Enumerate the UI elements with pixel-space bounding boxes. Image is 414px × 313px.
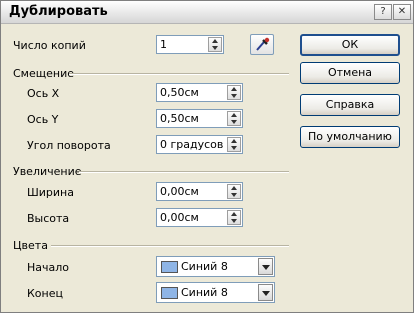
angle-field[interactable]: 0 градусов bbox=[156, 135, 243, 154]
ok-button[interactable]: ОК bbox=[300, 34, 400, 56]
copies-value: 1 bbox=[160, 38, 167, 51]
help-icon[interactable]: ? bbox=[374, 4, 392, 20]
duplicate-dialog: Дублировать ? ✕ Число копий 1 Смещение О… bbox=[0, 0, 414, 313]
height-label: Высота bbox=[27, 212, 70, 225]
x-axis-spin-buttons[interactable] bbox=[227, 85, 241, 100]
width-label: Ширина bbox=[27, 186, 74, 199]
copies-stepper[interactable]: 1 bbox=[156, 35, 224, 54]
x-axis-label: Ось X bbox=[27, 87, 60, 100]
close-icon[interactable]: ✕ bbox=[393, 4, 411, 20]
x-axis-field[interactable]: 0,50см bbox=[156, 83, 243, 102]
values-from-selection-button[interactable] bbox=[250, 34, 274, 55]
enlargement-divider bbox=[79, 171, 289, 173]
start-color-label: Начало bbox=[27, 261, 70, 274]
eyedropper-icon bbox=[256, 37, 270, 51]
start-color-value: Синий 8 bbox=[181, 260, 228, 273]
start-color-select[interactable]: Синий 8 bbox=[156, 256, 275, 277]
placement-divider bbox=[69, 73, 289, 75]
width-spin-buttons[interactable] bbox=[227, 184, 241, 199]
chevron-down-icon[interactable] bbox=[258, 284, 273, 301]
copies-spin-buttons[interactable] bbox=[208, 37, 222, 52]
copies-label: Число копий bbox=[13, 39, 86, 52]
end-color-swatch bbox=[161, 287, 178, 299]
y-axis-field[interactable]: 0,50см bbox=[156, 109, 243, 128]
x-axis-value: 0,50см bbox=[160, 86, 199, 99]
title-bar: Дублировать ? ✕ bbox=[1, 1, 413, 24]
end-color-value: Синий 8 bbox=[181, 286, 228, 299]
colors-heading: Цвета bbox=[13, 239, 48, 252]
y-axis-value: 0,50см bbox=[160, 112, 199, 125]
colors-divider bbox=[51, 245, 289, 247]
end-color-select[interactable]: Синий 8 bbox=[156, 282, 275, 303]
start-color-swatch bbox=[161, 261, 178, 273]
chevron-down-icon[interactable] bbox=[258, 258, 273, 275]
height-value: 0,00см bbox=[160, 211, 199, 224]
y-axis-spin-buttons[interactable] bbox=[227, 111, 241, 126]
angle-value: 0 градусов bbox=[160, 138, 224, 151]
help-button[interactable]: Справка bbox=[300, 94, 400, 116]
end-color-label: Конец bbox=[27, 287, 63, 300]
placement-heading: Смещение bbox=[13, 67, 74, 80]
height-field[interactable]: 0,00см bbox=[156, 208, 243, 227]
cancel-button[interactable]: Отмена bbox=[300, 62, 400, 84]
y-axis-label: Ось Y bbox=[27, 113, 59, 126]
default-button[interactable]: По умолчанию bbox=[300, 126, 400, 148]
angle-spin-buttons[interactable] bbox=[227, 137, 241, 152]
height-spin-buttons[interactable] bbox=[227, 210, 241, 225]
angle-label: Угол поворота bbox=[27, 139, 111, 152]
width-field[interactable]: 0,00см bbox=[156, 182, 243, 201]
width-value: 0,00см bbox=[160, 185, 199, 198]
enlargement-heading: Увеличение bbox=[13, 165, 82, 178]
dialog-title: Дублировать bbox=[9, 4, 108, 19]
